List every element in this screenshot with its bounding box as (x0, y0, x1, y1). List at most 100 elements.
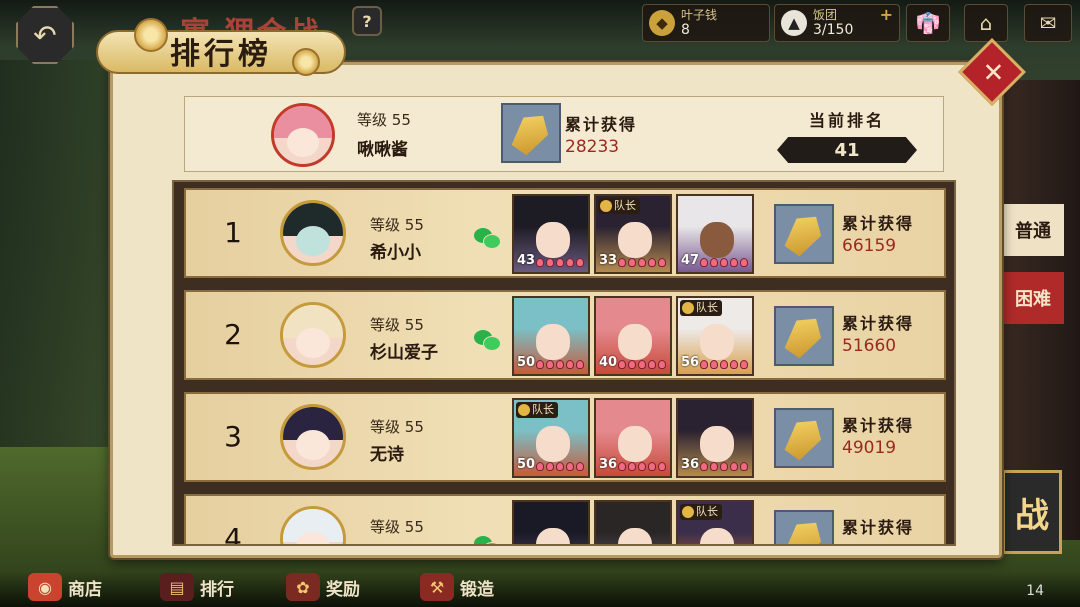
rank-number: 2 (224, 318, 242, 351)
shop-icon: ◉ (28, 573, 62, 601)
my-accumulated-value: 28233 (565, 137, 620, 157)
leaf-coin-reward-icon (774, 204, 834, 264)
count-badge: 14 (1026, 583, 1044, 599)
accumulated-label: 累计获得 (842, 214, 915, 233)
accumulated-value: 66159 (842, 236, 897, 256)
ranking-row[interactable]: 2 等级 55 杉山爱子 50 40 队长 56 累计获得 51660 (184, 290, 946, 380)
shikigami-card[interactable]: 队长 56 (676, 296, 754, 376)
wardrobe-icon[interactable]: 👘 (906, 4, 950, 42)
nav-shop[interactable]: ◉ 商店 (28, 573, 102, 601)
current-rank-value: 41 (777, 137, 917, 163)
shikigami-card[interactable]: 队长 (676, 500, 754, 544)
rank-number: 3 (224, 420, 242, 453)
player-avatar[interactable] (280, 506, 346, 544)
shikigami-level: 40 (599, 355, 618, 370)
shikigami-card[interactable]: 43 (512, 194, 590, 274)
shikigami-card[interactable]: 队长 33 (594, 194, 672, 274)
nav-shop-label: 商店 (68, 579, 102, 600)
forge-icon: ⚒ (420, 573, 454, 601)
side-tab-hard[interactable]: 困难 (1002, 272, 1064, 324)
star-rating-icon (536, 360, 584, 369)
ranking-list[interactable]: 1 等级 55 希小小 43 队长 33 47 累计获得 66159 2 等级 … (172, 180, 956, 546)
wechat-friend-icon[interactable] (474, 330, 502, 352)
nav-forge[interactable]: ⚒ 锻造 (420, 573, 494, 601)
ranking-row[interactable]: 3 等级 55 无诗 队长 50 36 36 累计获得 49019 (184, 392, 946, 482)
player-level: 等级 55 (370, 518, 424, 536)
shikigami-card[interactable] (594, 500, 672, 544)
player-level: 等级 55 (370, 418, 424, 436)
nav-ranking-label: 排行 (200, 579, 234, 600)
shikigami-card[interactable]: 40 (594, 296, 672, 376)
mail-icon[interactable]: ✉ (1024, 4, 1072, 42)
my-avatar[interactable] (271, 103, 335, 167)
resource-name: 叶子钱 (681, 8, 718, 22)
shikigami-level: 43 (517, 253, 536, 268)
home-icon[interactable]: ⌂ (964, 4, 1008, 42)
player-avatar[interactable] (280, 302, 346, 368)
side-tab-hard-label: 困难 (1015, 289, 1051, 310)
captain-badge: 队长 (680, 300, 722, 316)
resource-name: 饭团 (813, 8, 838, 22)
rank-number: 1 (224, 216, 242, 249)
nav-forge-label: 锻造 (460, 579, 494, 600)
accumulated-label: 累计获得 (842, 416, 915, 435)
player-avatar[interactable] (280, 404, 346, 470)
shikigami-level: 50 (517, 355, 536, 370)
current-rank-label: 当前排名 (809, 111, 886, 130)
ranking-row[interactable]: 4 等级 55 队长 累计获得 (184, 494, 946, 546)
nav-ranking[interactable]: ▤ 排行 (160, 573, 234, 601)
player-name: 无诗 (370, 445, 404, 465)
side-tab-normal-label: 普通 (1015, 221, 1051, 242)
side-battle-banner[interactable]: 战 (1002, 470, 1062, 554)
player-avatar[interactable] (280, 200, 346, 266)
accumulated-value: 51660 (842, 336, 897, 356)
shikigami-level: 36 (599, 457, 618, 472)
leaf-coin-reward-icon (774, 306, 834, 366)
star-rating-icon (700, 360, 748, 369)
shikigami-level: 56 (681, 355, 700, 370)
rice-ball-icon: ▲ (781, 10, 807, 36)
side-tab-normal[interactable]: 普通 (1002, 204, 1064, 256)
my-name: 啾啾酱 (357, 140, 408, 160)
accumulated-value: 49019 (842, 438, 897, 458)
accumulated-label: 累计获得 (842, 518, 915, 537)
shikigami-level: 33 (599, 253, 618, 268)
resource-value: 3/150 (813, 22, 854, 38)
help-button[interactable]: ? (352, 6, 382, 36)
wechat-friend-icon[interactable] (474, 536, 502, 544)
side-battle-banner-label: 战 (1015, 495, 1049, 536)
rank-number: 4 (224, 522, 242, 546)
resource-rice-ball[interactable]: ▲ 饭团 3/150 + (774, 4, 900, 42)
captain-badge: 队长 (516, 402, 558, 418)
close-icon: ✕ (976, 61, 1007, 83)
wechat-friend-icon[interactable] (474, 228, 502, 250)
shikigami-level: 50 (517, 457, 536, 472)
shikigami-card[interactable]: 36 (676, 398, 754, 478)
add-rice-ball-button[interactable]: + (880, 5, 893, 24)
resource-leaf-coin[interactable]: ◆ 叶子钱 8 (642, 4, 770, 42)
captain-badge: 队长 (598, 198, 640, 214)
shikigami-card[interactable]: 47 (676, 194, 754, 274)
shikigami-card[interactable] (512, 500, 590, 544)
leaf-coin-icon: ◆ (649, 10, 675, 36)
leaf-coin-reward-icon (774, 510, 834, 544)
player-level: 等级 55 (370, 316, 424, 334)
shikigami-card[interactable]: 36 (594, 398, 672, 478)
captain-badge: 队长 (680, 504, 722, 520)
accumulated-label: 累计获得 (842, 314, 915, 333)
nav-reward-label: 奖励 (326, 579, 360, 600)
reward-icon: ✿ (286, 573, 320, 601)
panel-title: 排行榜 (170, 37, 272, 72)
shikigami-card[interactable]: 队长 50 (512, 398, 590, 478)
player-name: 杉山爱子 (370, 343, 438, 363)
nav-reward[interactable]: ✿ 奖励 (286, 573, 360, 601)
star-rating-icon (618, 360, 666, 369)
shikigami-level: 36 (681, 457, 700, 472)
star-rating-icon (618, 258, 666, 267)
my-level: 等级 55 (357, 111, 411, 129)
ranking-row[interactable]: 1 等级 55 希小小 43 队长 33 47 累计获得 66159 (184, 188, 946, 278)
star-rating-icon (536, 258, 584, 267)
shikigami-card[interactable]: 50 (512, 296, 590, 376)
leaf-coin-reward-icon (501, 103, 561, 163)
leaf-coin-reward-icon (774, 408, 834, 468)
